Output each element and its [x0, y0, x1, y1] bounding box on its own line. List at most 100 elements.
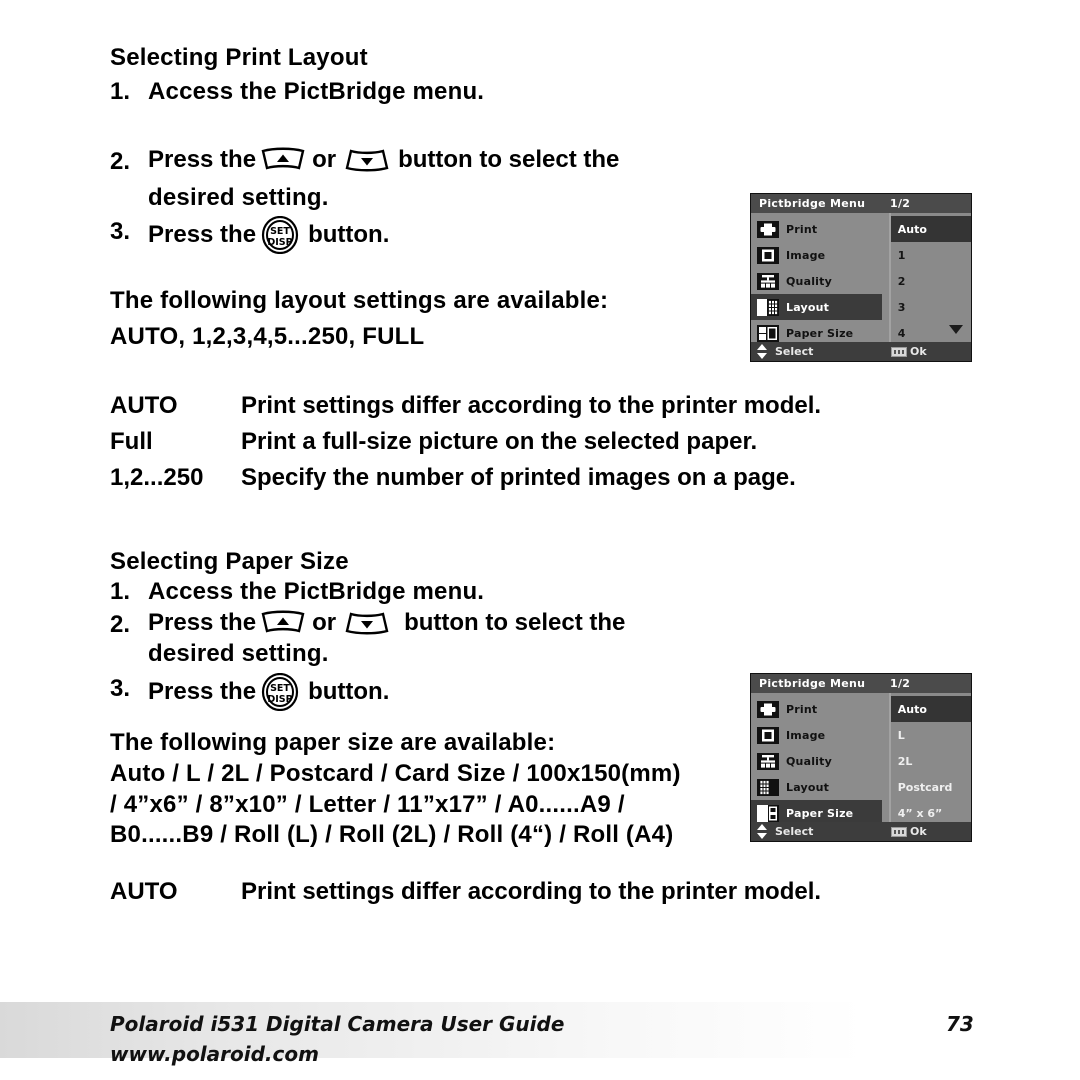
step-number: 2. [110, 611, 131, 638]
scroll-down-arrow-icon[interactable] [949, 325, 963, 334]
lcd-value-item[interactable]: 2 [891, 268, 971, 294]
down-arrow-button-icon [344, 147, 390, 173]
lcd-menu-item-layout[interactable]: Layout [751, 774, 889, 800]
lcd-menu-item-image[interactable]: Image [751, 242, 889, 268]
definition-term: 1,2...250 [110, 464, 204, 491]
layout-settings-values: AUTO, 1,2,3,4,5...250, FULL [110, 323, 425, 350]
lcd-page-indicator: 1/2 [890, 677, 911, 690]
paper-size-icon [757, 804, 779, 822]
lcd-status-select-label: Select [775, 345, 814, 358]
manual-page: Selecting Print Layout 1. Access the Pic… [0, 0, 1080, 1080]
lcd-value-item[interactable]: Auto [890, 696, 971, 722]
definition-description: Print settings differ according to the p… [241, 878, 822, 905]
definition-term: AUTO [110, 878, 178, 905]
step-text-access-menu: Access the PictBridge menu. [148, 578, 485, 605]
lcd-status-ok: Ok [891, 345, 927, 358]
button-label: button. [308, 221, 390, 248]
definition-term: Full [110, 428, 153, 455]
lcd-title-bar: Pictbridge Menu 1/2 [751, 194, 971, 213]
svg-text:DISP: DISP [267, 237, 292, 248]
lcd-menu-item-label: Layout [786, 300, 830, 314]
definition-term: AUTO [110, 392, 178, 419]
up-down-arrows-icon [757, 824, 768, 839]
lcd-page-indicator: 1/2 [890, 197, 911, 210]
paper-size-values-line-2: / 4”x6” / 8”x10” / Letter / 11”x17” / A0… [110, 791, 625, 818]
section-heading-paper-size: Selecting Paper Size [110, 548, 349, 575]
set-disp-button-icon: SET DISP [261, 216, 299, 254]
lcd-status-ok: Ok [891, 825, 927, 838]
step-text-press-setdisp: Press the SET DISP button. [148, 673, 389, 711]
footer-url[interactable]: www.polaroid.com [110, 1042, 319, 1066]
paper-size-icon [757, 324, 779, 342]
lcd-value-item[interactable]: 1 [891, 242, 971, 268]
or-label: or [312, 146, 337, 173]
lcd-status-bar: Select Ok [751, 342, 971, 361]
section-heading-print-layout: Selecting Print Layout [110, 44, 368, 71]
up-arrow-button-icon [260, 610, 306, 636]
or-label: or [312, 609, 337, 636]
lcd-body: Print Image Quality Layout Paper Size Au… [751, 693, 971, 826]
layout-icon [757, 298, 779, 316]
step-text-desired-setting: desired setting. [148, 640, 329, 667]
lcd-menu-item-label: Paper Size [786, 326, 854, 340]
lcd-status-bar: Select Ok [751, 822, 971, 841]
press-the-label: Press the [148, 146, 257, 173]
set-button-icon [891, 826, 907, 837]
lcd-value-item[interactable]: Postcard [891, 774, 971, 800]
select-setting-label: button to select the [404, 609, 626, 636]
select-setting-label: button to select the [398, 146, 620, 173]
lcd-value-item[interactable]: L [891, 722, 971, 748]
press-the-label: Press the [148, 678, 257, 705]
lcd-menu-item-label: Image [786, 248, 826, 262]
lcd-menu-item-label: Paper Size [786, 806, 854, 820]
lcd-menu-list: Print Image Quality Layout Paper Size [751, 693, 889, 826]
step-text-desired-setting: desired setting. [148, 184, 329, 211]
layout-icon [757, 778, 779, 796]
lcd-menu-list: Print Image Quality Layout Paper Size [751, 213, 889, 342]
lcd-status-ok-label: Ok [910, 825, 927, 838]
lcd-title-text: Pictbridge Menu [759, 197, 866, 210]
definition-description: Print a full-size picture on the selecte… [241, 428, 758, 455]
definition-description: Specify the number of printed images on … [241, 464, 796, 491]
lcd-value-list: Auto L 2L Postcard 4” x 6” [888, 693, 971, 822]
lcd-menu-item-print[interactable]: Print [751, 696, 889, 722]
lcd-menu-item-label: Print [786, 702, 818, 716]
lcd-menu-item-quality[interactable]: Quality [751, 268, 889, 294]
step-text-press-arrows: Press the or button to select the [148, 609, 625, 637]
set-button-icon [891, 346, 907, 357]
lcd-menu-item-label: Quality [786, 754, 832, 768]
step-number: 2. [110, 148, 131, 175]
lcd-menu-item-label: Image [786, 728, 826, 742]
down-arrow-button-icon [344, 610, 390, 636]
lcd-menu-item-image[interactable]: Image [751, 722, 889, 748]
layout-settings-intro: The following layout settings are availa… [110, 287, 609, 314]
set-disp-button-icon: SET DISP [261, 673, 299, 711]
image-icon [757, 726, 779, 744]
definition-description: Print settings differ according to the p… [241, 392, 822, 419]
lcd-title-bar: Pictbridge Menu 1/2 [751, 674, 971, 693]
svg-text:DISP: DISP [267, 694, 292, 705]
quality-icon [757, 752, 779, 770]
step-text-access-menu: Access the PictBridge menu. [148, 78, 485, 105]
lcd-menu-item-quality[interactable]: Quality [751, 748, 889, 774]
step-number: 1. [110, 78, 131, 105]
lcd-menu-item-print[interactable]: Print [751, 216, 889, 242]
svg-text:SET: SET [270, 226, 290, 237]
step-text-press-arrows: Press the or button to select the [148, 146, 619, 174]
lcd-menu-item-label: Layout [786, 780, 830, 794]
step-number: 1. [110, 578, 131, 605]
button-label: button. [308, 678, 390, 705]
step-number: 3. [110, 675, 131, 702]
svg-text:SET: SET [270, 683, 290, 694]
lcd-menu-item-layout[interactable]: Layout [751, 294, 882, 320]
lcd-value-item[interactable]: 2L [891, 748, 971, 774]
lcd-value-item[interactable]: Auto [890, 216, 971, 242]
step-text-press-setdisp: Press the SET DISP button. [148, 216, 389, 254]
lcd-value-list: Auto 1 2 3 4 [888, 213, 971, 342]
quality-icon [757, 272, 779, 290]
lcd-screen-paper-size-menu: Pictbridge Menu 1/2 Print Image Quality … [750, 673, 972, 842]
paper-size-values-line-3: B0......B9 / Roll (L) / Roll (2L) / Roll… [110, 821, 674, 848]
lcd-title-text: Pictbridge Menu [759, 677, 866, 690]
lcd-value-item[interactable]: 3 [891, 294, 971, 320]
step-number: 3. [110, 218, 131, 245]
